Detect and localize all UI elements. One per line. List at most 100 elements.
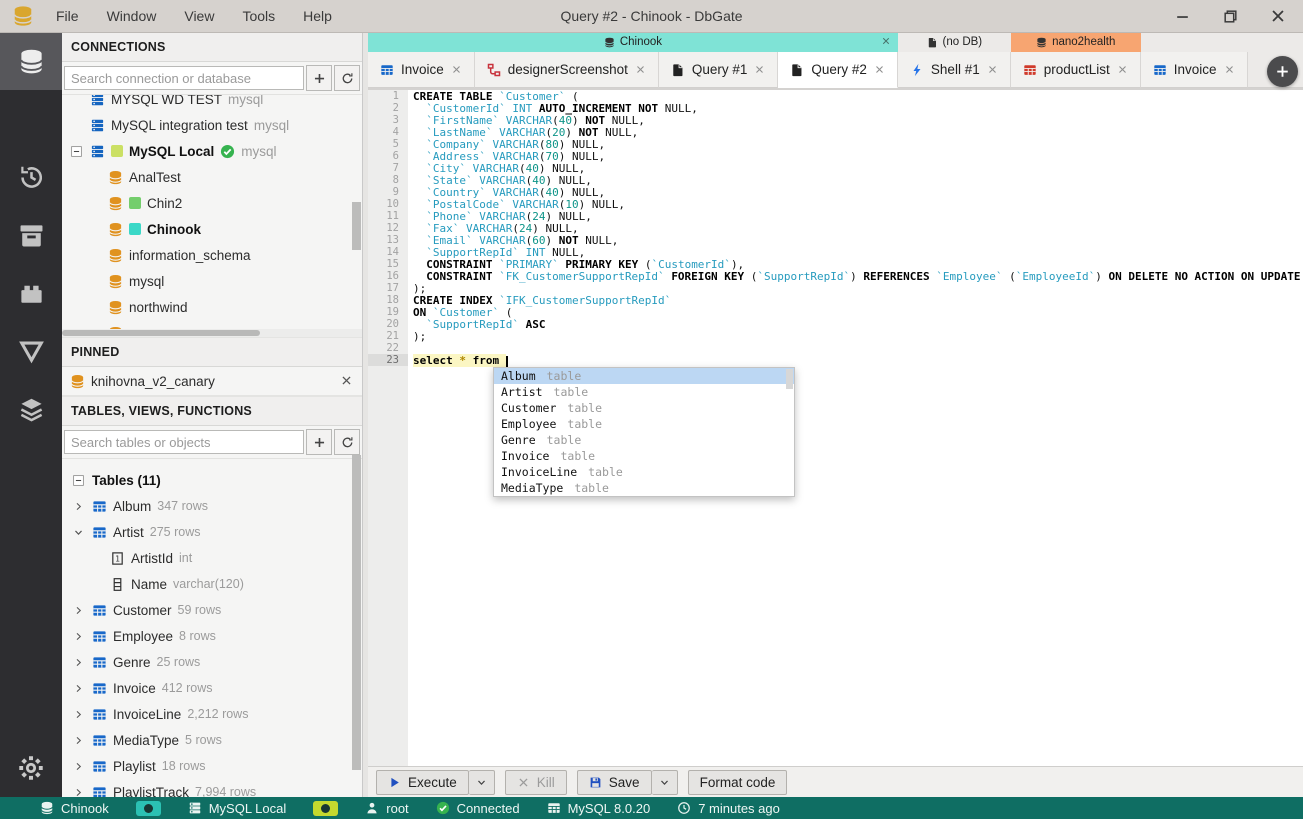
connection-color-badge[interactable] (313, 800, 339, 816)
close-group-icon[interactable] (881, 36, 891, 49)
table-item[interactable]: PlaylistTrack 7,994 rows (62, 779, 362, 797)
connection-item[interactable]: MySQL integration test mysql (62, 112, 362, 138)
autocomplete-item[interactable]: Album table (494, 368, 794, 384)
expander-icon[interactable] (70, 683, 86, 694)
autocomplete-scrollbar[interactable] (786, 369, 793, 389)
expander-icon[interactable] (70, 657, 86, 668)
close-tab-icon[interactable] (874, 64, 885, 75)
tab-shell-1[interactable]: Shell #1 (897, 52, 1011, 88)
close-button[interactable] (1267, 5, 1289, 27)
menu-file[interactable]: File (44, 5, 91, 27)
autocomplete-item[interactable]: InvoiceLine table (494, 464, 794, 480)
autocomplete-item[interactable]: Customer table (494, 400, 794, 416)
database-item[interactable]: mysql (62, 268, 362, 294)
close-tab-icon[interactable] (754, 64, 765, 75)
menu-help[interactable]: Help (291, 5, 344, 27)
status-mysql-8-0-20[interactable]: MySQL 8.0.20 (547, 801, 650, 816)
minimize-button[interactable] (1171, 5, 1193, 27)
column-item[interactable]: 1 ArtistId int (62, 545, 362, 571)
new-tab-button[interactable] (1267, 56, 1298, 87)
save-button[interactable]: Save (576, 769, 652, 795)
autocomplete-item[interactable]: Artist table (494, 384, 794, 400)
tables-search-input[interactable] (64, 430, 304, 454)
add-table-button[interactable] (306, 429, 332, 455)
close-tab-icon[interactable] (1224, 64, 1235, 75)
tables-group-row[interactable]: Tables (11) (62, 467, 362, 493)
tab-group-header[interactable]: (no DB) (897, 32, 1011, 52)
tab-invoice[interactable]: Invoice (1140, 52, 1248, 88)
add-connection-button[interactable] (306, 65, 332, 91)
pinned-item[interactable]: knihovna_v2_canary (62, 367, 362, 396)
tab-productlist[interactable]: productList (1010, 52, 1141, 88)
database-item[interactable]: Chinook (62, 216, 362, 242)
table-item[interactable]: Artist 275 rows (62, 519, 362, 545)
expander-icon[interactable] (70, 605, 86, 616)
table-item[interactable]: Playlist 18 rows (62, 753, 362, 779)
sidebar-settings-gear-icon[interactable] (0, 739, 62, 797)
table-item[interactable]: MediaType 5 rows (62, 727, 362, 753)
autocomplete-item[interactable]: Invoice table (494, 448, 794, 464)
sidebar-history-icon[interactable] (0, 148, 62, 206)
tab-group-header[interactable]: nano2health (1010, 32, 1141, 52)
database-item[interactable]: Chin2 (62, 190, 362, 216)
status-mysql-local[interactable]: MySQL Local (188, 801, 286, 816)
sidebar-layers-icon[interactable] (0, 380, 62, 438)
tables-vscrollbar[interactable] (352, 455, 361, 797)
connections-search-input[interactable] (64, 66, 304, 90)
table-item[interactable]: Genre 25 rows (62, 649, 362, 675)
table-item[interactable]: Customer 59 rows (62, 597, 362, 623)
autocomplete-item[interactable]: MediaType table (494, 480, 794, 496)
sidebar-filter-icon[interactable] (0, 322, 62, 380)
tab-designerscreenshot[interactable]: designerScreenshot (474, 52, 659, 88)
sidebar-plugins-icon[interactable] (0, 264, 62, 322)
expander-icon[interactable] (70, 709, 86, 720)
expander-icon[interactable] (70, 631, 86, 642)
execute-dropdown-button[interactable] (468, 769, 495, 795)
tab-query-1[interactable]: Query #1 (658, 52, 779, 88)
close-tab-icon[interactable] (635, 64, 646, 75)
tab-query-2[interactable]: Query #2 (778, 52, 898, 88)
database-item[interactable]: information_schema (62, 242, 362, 268)
expander-icon[interactable] (70, 787, 86, 798)
restore-button[interactable] (1219, 5, 1241, 27)
table-item[interactable]: Employee 8 rows (62, 623, 362, 649)
status-7-minutes-ago[interactable]: 7 minutes ago (677, 801, 780, 816)
connection-item[interactable]: MYSQL WD TEST mysql (62, 95, 362, 112)
autocomplete-item[interactable]: Genre table (494, 432, 794, 448)
close-tab-icon[interactable] (1117, 64, 1128, 75)
sidebar-archive-icon[interactable] (0, 206, 62, 264)
menu-tools[interactable]: Tools (230, 5, 287, 27)
table-item[interactable]: Invoice 412 rows (62, 675, 362, 701)
status-chinook[interactable]: Chinook (40, 801, 109, 816)
tab-group-header[interactable]: Chinook (368, 32, 898, 52)
format-code-button[interactable]: Format code (687, 769, 788, 795)
menu-view[interactable]: View (172, 5, 226, 27)
refresh-connections-button[interactable] (334, 65, 360, 91)
execute-button[interactable]: Execute (376, 769, 469, 795)
sidebar-files-icon[interactable] (0, 90, 62, 148)
expander-icon[interactable] (70, 735, 86, 746)
database-item[interactable] (62, 320, 362, 329)
sidebar-database-icon[interactable] (0, 32, 62, 90)
expander-icon[interactable] (70, 501, 86, 512)
database-item[interactable]: AnalTest (62, 164, 362, 190)
status-root[interactable]: root (365, 801, 409, 816)
expander-icon[interactable] (70, 761, 86, 772)
column-item[interactable]: Name varchar(120) (62, 571, 362, 597)
close-tab-icon[interactable] (451, 64, 462, 75)
connection-color-badge[interactable] (135, 800, 161, 816)
expander-icon[interactable] (68, 145, 84, 158)
kill-button[interactable]: Kill (504, 769, 567, 795)
save-dropdown-button[interactable] (651, 769, 678, 795)
status-connected[interactable]: Connected (436, 801, 520, 816)
connections-hscrollbar[interactable] (62, 329, 362, 337)
menu-window[interactable]: Window (95, 5, 169, 27)
connection-item[interactable]: MySQL Local mysql (62, 138, 362, 164)
tab-invoice[interactable]: Invoice (368, 52, 475, 88)
expander-icon[interactable] (70, 527, 86, 538)
table-item[interactable]: InvoiceLine 2,212 rows (62, 701, 362, 727)
tab-group-header[interactable] (1140, 32, 1248, 52)
close-tab-icon[interactable] (987, 64, 998, 75)
autocomplete-item[interactable]: Employee table (494, 416, 794, 432)
collapse-icon[interactable] (70, 474, 86, 487)
